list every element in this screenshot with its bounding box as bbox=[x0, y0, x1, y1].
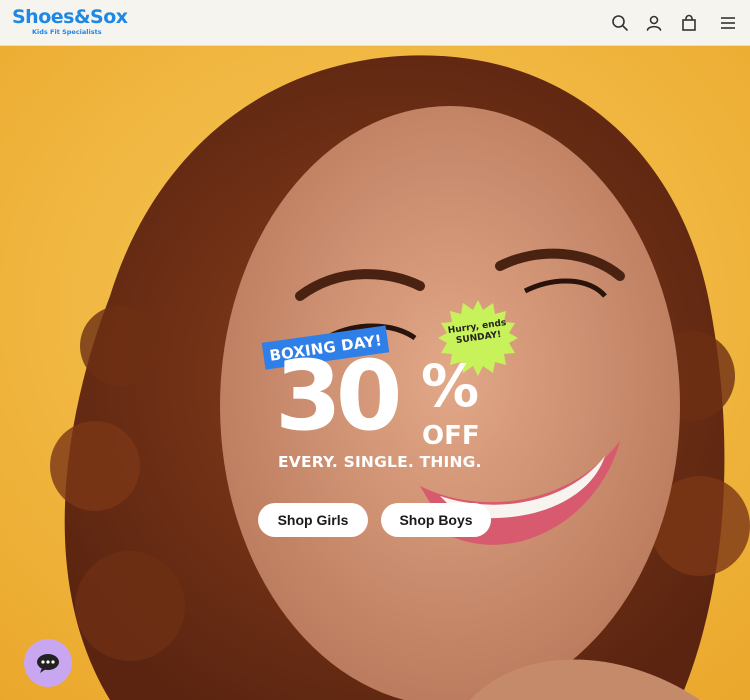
menu-icon[interactable] bbox=[717, 12, 739, 34]
logo-tagline: Kids Fit Specialists bbox=[32, 28, 102, 36]
chat-button[interactable] bbox=[24, 639, 72, 687]
account-icon[interactable] bbox=[643, 12, 665, 34]
hero-image bbox=[0, 46, 750, 700]
chat-icon bbox=[37, 654, 59, 673]
shop-boys-button[interactable]: Shop Boys bbox=[381, 503, 491, 537]
logo-text: Shoes&Sox bbox=[12, 6, 128, 28]
site-header: Shoes&Sox Kids Fit Specialists bbox=[0, 0, 750, 46]
logo-link[interactable]: Shoes&Sox Kids Fit Specialists bbox=[12, 6, 128, 36]
search-icon[interactable] bbox=[609, 12, 631, 34]
bag-icon[interactable] bbox=[678, 12, 700, 34]
shop-girls-button[interactable]: Shop Girls bbox=[258, 503, 368, 537]
